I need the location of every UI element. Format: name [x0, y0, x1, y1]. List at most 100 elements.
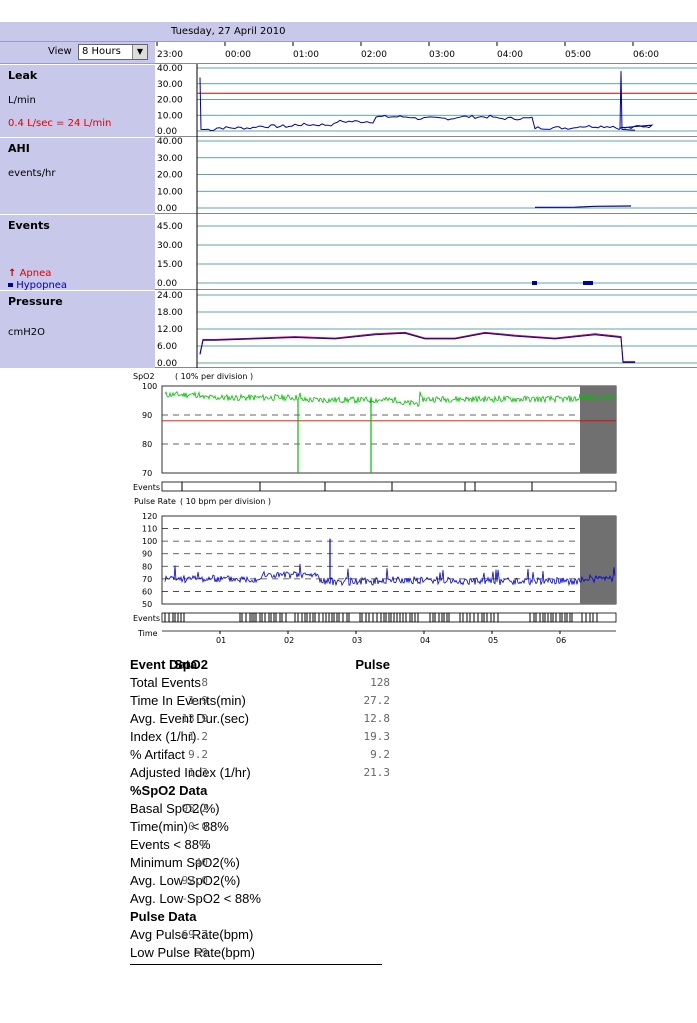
time-tick-label: 03:00 [429, 50, 455, 60]
pulse-tick-label: 100 [142, 537, 157, 546]
y-tick-label: 40.00 [157, 137, 183, 147]
chevron-down-icon[interactable]: ▼ [132, 45, 147, 59]
time-tick-label: 23:00 [157, 50, 183, 60]
table-row: Total Events 8 128 [130, 674, 390, 692]
pulse-value: 9.2 [370, 748, 390, 761]
row-value: 59 [194, 946, 208, 959]
table-row: % Artifact 9.2 9.2 [130, 746, 390, 764]
apnea-marker-icon: ↑ [8, 268, 17, 279]
event-data-table: Event Data SpO2 Pulse Total Events 8 128 Ti… [130, 656, 390, 965]
pulse-section-heading: Pulse Data [130, 909, 197, 924]
view-dropdown-value: 8 Hours [82, 46, 121, 57]
spo2-value: 1.9 [188, 694, 208, 707]
table-row: Avg Pulse Rate(bpm) 69.7 [130, 926, 390, 944]
table-row: Avg. Event Dur.(sec) 13.9 12.8 [130, 710, 390, 728]
leak-plot: 40.00 30.00 20.00 10.00 0.00 [155, 64, 697, 137]
events-label-panel: Events ↑ Apnea Hypopnea [0, 214, 155, 291]
time-axis-tick-label: 06 [556, 636, 566, 645]
spo2-value: 1.2 [188, 730, 208, 743]
time-tick-label: 01:00 [293, 50, 319, 60]
events-title: Events [8, 219, 50, 232]
row-value: 0 [201, 838, 208, 851]
spo2-tick-label: 80 [142, 440, 152, 449]
table-row: Index (1/hr) 1.2 19.3 [130, 728, 390, 746]
pulse-column-heading: Pulse [355, 657, 390, 672]
pressure-label-panel: Pressure cmH2O [0, 290, 155, 368]
y-tick-label: 6.00 [157, 342, 177, 352]
event-rows: Total Events 8 128 Time In Events(min) 1.9 27… [130, 674, 390, 782]
view-bar: View 8 Hours ▼ [0, 42, 155, 64]
time-tick-label: 06:00 [633, 50, 659, 60]
y-tick-label: 20.00 [157, 96, 183, 106]
ahi-plot: 40.00 30.00 20.00 10.00 0.00 [155, 137, 697, 214]
y-tick-label: 24.00 [157, 291, 183, 301]
row-value: 69.7 [181, 928, 209, 941]
pulse-tick-label: 60 [142, 587, 152, 596]
time-tick-label: 04:00 [497, 50, 523, 60]
ahi-label-panel: AHI events/hr [0, 137, 155, 214]
y-tick-label: 40.00 [157, 64, 183, 74]
events-plot: 45.00 30.00 15.00 0.00 [155, 214, 697, 290]
pulse-value: 128 [370, 676, 390, 689]
table-row: Time(min) < 88% 0.0 [130, 818, 390, 836]
spo2-chart-note: ( 10% per division ) [175, 372, 253, 381]
pulse-tick-label: 120 [142, 512, 157, 521]
ahi-unit: events/hr [8, 168, 56, 179]
therapy-graph-panel: Tuesday, 27 April 2010 View 8 Hours ▼ 23… [0, 22, 697, 368]
row-value: 92.0 [181, 874, 209, 887]
time-axis: 23:00 00:00 01:00 02:00 03:00 04:00 05:00 06:00 [155, 42, 697, 64]
pressure-title: Pressure [8, 295, 63, 308]
hypopnea-event-marker [532, 281, 537, 285]
spo2-tick-label: 70 [142, 469, 152, 478]
pulse-tick-label: 90 [142, 550, 152, 559]
hypopnea-event-marker [583, 281, 593, 285]
pulse-tick-label: 80 [142, 562, 152, 571]
date-header: Tuesday, 27 April 2010 [155, 22, 697, 42]
spo2-tick-label: 100 [142, 382, 157, 391]
pulse-value: 21.3 [363, 766, 391, 779]
spo2-section-heading: %SpO2 Data [130, 783, 208, 798]
apnea-legend: ↑ Apnea [8, 268, 51, 279]
table-row: Low Pulse Rate(bpm) 59 [130, 944, 390, 962]
time-axis-tick-label: 03 [352, 636, 362, 645]
time-axis-tick-label: 05 [488, 636, 498, 645]
header-corner [0, 22, 155, 42]
time-axis-tick-label: 01 [216, 636, 226, 645]
y-tick-label: 12.00 [157, 325, 183, 335]
row-value: 95.2 [181, 802, 209, 815]
y-tick-label: 18.00 [157, 308, 183, 318]
spo2-value: 8 [201, 676, 208, 689]
pulse-chart-frame [161, 515, 617, 605]
events-chart: 45.00 30.00 15.00 0.00 [157, 214, 697, 290]
table-row: Time In Events(min) 1.9 27.2 [130, 692, 390, 710]
ahi-series-line [534, 205, 632, 208]
leak-label-panel: Leak L/min 0.4 L/sec = 24 L/min [0, 64, 155, 137]
table-row: Minimum SpO2(%) 40 [130, 854, 390, 872]
y-tick-label: 30.00 [157, 154, 183, 164]
table-row: Adjusted Index (1/hr) 1.3 21.3 [130, 764, 390, 782]
ahi-chart: 40.00 30.00 20.00 10.00 0.00 [157, 137, 697, 214]
row-value: 40 [194, 856, 208, 869]
y-tick-label: 10.00 [157, 111, 183, 121]
oximetry-report-charts: SpO2 ( 10% per division ) Pulse Rate ( 1… [133, 372, 617, 645]
row-value: 0.0 [188, 820, 208, 833]
time-tick-label: 02:00 [361, 50, 387, 60]
spo2-value: 13.9 [181, 712, 209, 725]
leak-title: Leak [8, 69, 38, 82]
spo2-tick-label: 90 [142, 411, 152, 420]
pulse-value: 19.3 [363, 730, 391, 743]
pulse-series-line [164, 563, 616, 587]
time-axis-tick-label: 04 [420, 636, 430, 645]
y-tick-label: 20.00 [157, 171, 183, 181]
time-axis-ticks: 23:00 00:00 01:00 02:00 03:00 04:00 05:00 06:00 [156, 42, 659, 60]
time-axis-label: Time [137, 629, 158, 638]
time-axis-tick-label: 02 [284, 636, 294, 645]
spo2-events-track [161, 481, 617, 492]
spo2-chart-title: SpO2 [133, 372, 155, 381]
spo2-events-label: Events [133, 483, 160, 492]
leak-note: 0.4 L/sec = 24 L/min [8, 118, 112, 129]
y-tick-label: 45.00 [157, 222, 183, 232]
view-dropdown[interactable]: 8 Hours ▼ [78, 44, 148, 60]
spo2-series-line [164, 390, 616, 408]
pulse-rows: Avg Pulse Rate(bpm) 69.7 Low Pulse Rate(bp… [130, 926, 390, 962]
